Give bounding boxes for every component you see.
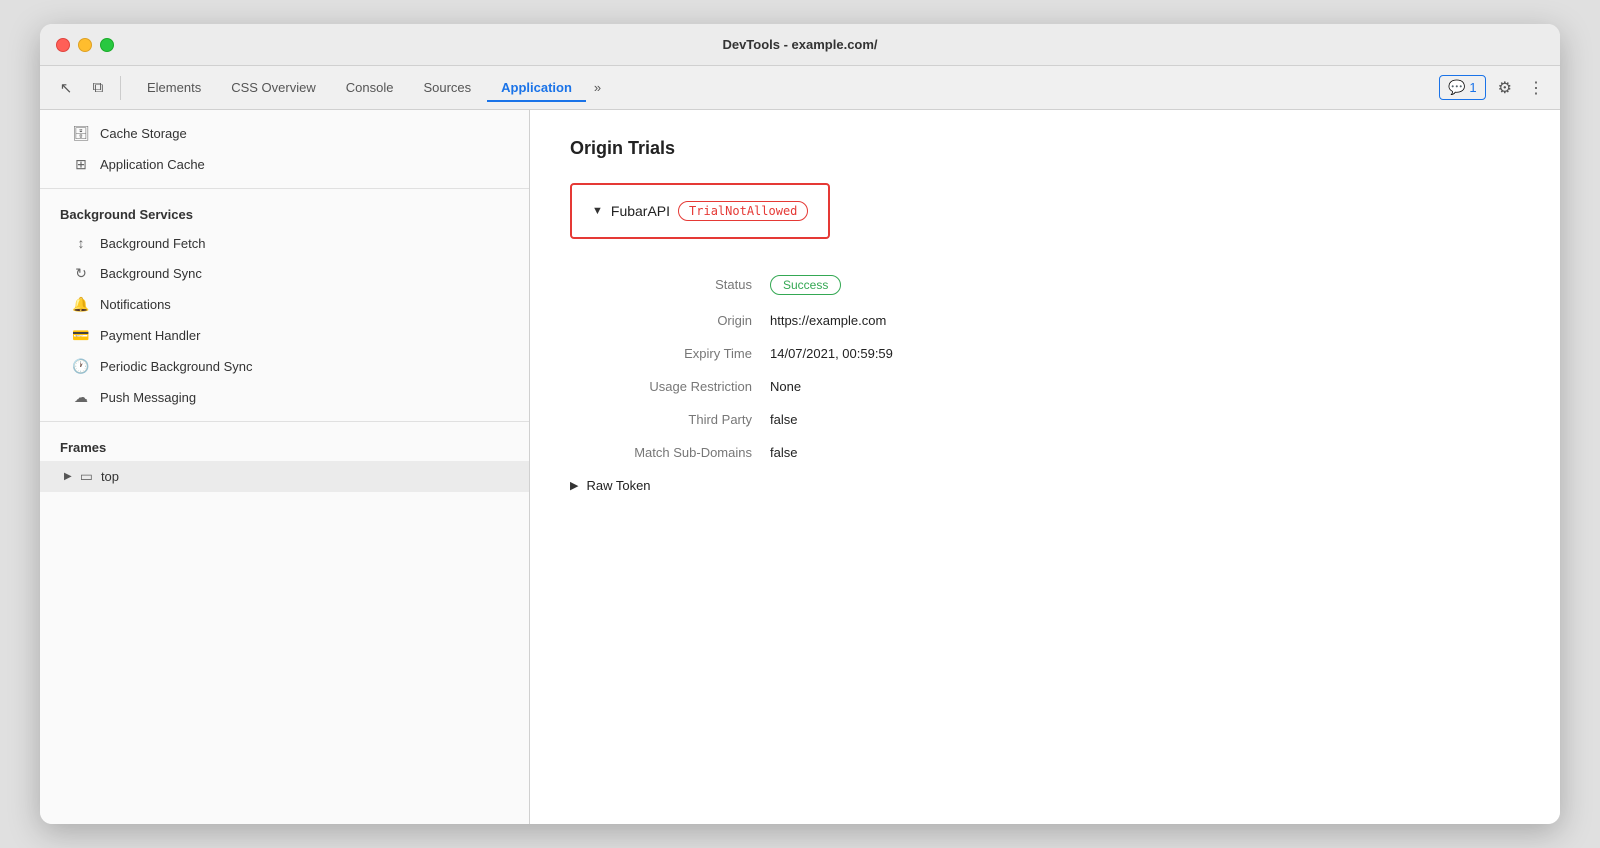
sidebar-item-label: Notifications [100,297,171,312]
match-subdomains-value: false [770,445,797,460]
background-services-header: Background Services [40,197,529,228]
tab-application[interactable]: Application [487,74,586,101]
sidebar-item-label: Application Cache [100,157,205,172]
sidebar-divider-1 [40,188,529,189]
device-icon: ⧉ [93,79,104,96]
sidebar-item-label: Background Fetch [100,236,206,251]
details-row-status: Status Success [570,275,1520,295]
cache-storage-icon: 🗄 [72,125,90,142]
tab-console[interactable]: Console [332,74,408,101]
origin-label: Origin [570,313,770,328]
trial-not-allowed-badge: TrialNotAllowed [678,201,808,221]
details-row-usage-restriction: Usage Restriction None [570,379,1520,394]
status-success-badge: Success [770,275,841,295]
origin-value: https://example.com [770,313,886,328]
details-row-origin: Origin https://example.com [570,313,1520,328]
tab-sources[interactable]: Sources [409,74,485,101]
third-party-value: false [770,412,797,427]
frames-page-icon: ▭ [80,468,93,485]
devtools-window: DevTools - example.com/ ↖ ⧉ Elements CSS… [40,24,1560,824]
cursor-icon: ↖ [60,79,73,97]
maximize-button[interactable] [100,38,114,52]
raw-token-row[interactable]: ▶ Raw Token [570,478,1520,493]
usage-restriction-label: Usage Restriction [570,379,770,394]
background-fetch-icon: ↕ [72,235,90,251]
window-title: DevTools - example.com/ [722,37,877,52]
details-row-expiry: Expiry Time 14/07/2021, 00:59:59 [570,346,1520,361]
third-party-label: Third Party [570,412,770,427]
trial-header: ▼ FubarAPI TrialNotAllowed [592,201,808,221]
sidebar-divider-2 [40,421,529,422]
push-messaging-icon: ☁ [72,389,90,406]
sidebar-item-cache-storage[interactable]: 🗄 Cache Storage [40,118,529,149]
settings-icon[interactable]: ⚙ [1494,74,1516,102]
toolbar-right: 💬 1 ⚙ ⋮ [1439,74,1548,102]
expiry-value: 14/07/2021, 00:59:59 [770,346,893,361]
raw-token-label: Raw Token [586,478,650,493]
match-subdomains-label: Match Sub-Domains [570,445,770,460]
sidebar-item-label: Periodic Background Sync [100,359,252,374]
chat-icon: 💬 [1448,79,1465,96]
frames-top-label: top [101,469,119,484]
usage-restriction-value: None [770,379,801,394]
minimize-button[interactable] [78,38,92,52]
periodic-sync-icon: 🕐 [72,358,90,375]
trial-name: FubarAPI [611,203,670,219]
frames-header: Frames [40,430,529,461]
sidebar-item-frames-top[interactable]: ▶ ▭ top [40,461,529,492]
toolbar: ↖ ⧉ Elements CSS Overview Console Source… [40,66,1560,110]
application-cache-icon: ⊞ [72,156,90,173]
sidebar-item-background-fetch[interactable]: ↕ Background Fetch [40,228,529,258]
sidebar-item-label: Background Sync [100,266,202,281]
tab-elements[interactable]: Elements [133,74,215,101]
details-table: Status Success Origin https://example.co… [570,275,1520,493]
tab-css-overview[interactable]: CSS Overview [217,74,330,101]
sidebar-item-notifications[interactable]: 🔔 Notifications [40,289,529,320]
close-button[interactable] [56,38,70,52]
expiry-label: Expiry Time [570,346,770,361]
payment-handler-icon: 💳 [72,327,90,344]
chat-count: 1 [1469,80,1476,95]
sidebar-item-push-messaging[interactable]: ☁ Push Messaging [40,382,529,413]
toolbar-tabs: Elements CSS Overview Console Sources Ap… [133,74,607,101]
main-content: 🗄 Cache Storage ⊞ Application Cache Back… [40,110,1560,824]
trial-chevron-icon[interactable]: ▼ [592,205,603,217]
sidebar-item-payment-handler[interactable]: 💳 Payment Handler [40,320,529,351]
notifications-icon: 🔔 [72,296,90,313]
sidebar-item-label: Payment Handler [100,328,200,343]
origin-trial-block: ▼ FubarAPI TrialNotAllowed [570,183,830,239]
page-title: Origin Trials [570,138,1520,159]
cursor-tool-button[interactable]: ↖ [52,74,80,102]
sidebar: 🗄 Cache Storage ⊞ Application Cache Back… [40,110,530,824]
details-row-third-party: Third Party false [570,412,1520,427]
sidebar-item-periodic-background-sync[interactable]: 🕐 Periodic Background Sync [40,351,529,382]
content-panel: Origin Trials ▼ FubarAPI TrialNotAllowed… [530,110,1560,824]
raw-token-chevron-icon: ▶ [570,479,578,492]
toolbar-divider [120,76,121,100]
sidebar-item-label: Cache Storage [100,126,187,141]
sidebar-item-application-cache[interactable]: ⊞ Application Cache [40,149,529,180]
chat-badge-button[interactable]: 💬 1 [1439,75,1486,100]
details-row-match-subdomains: Match Sub-Domains false [570,445,1520,460]
background-sync-icon: ↻ [72,265,90,282]
device-toggle-button[interactable]: ⧉ [84,74,112,102]
titlebar: DevTools - example.com/ [40,24,1560,66]
traffic-lights [56,38,114,52]
status-label: Status [570,277,770,292]
frames-arrow-icon: ▶ [64,471,72,482]
sidebar-item-background-sync[interactable]: ↻ Background Sync [40,258,529,289]
more-tabs-button[interactable]: » [588,76,607,99]
more-options-icon[interactable]: ⋮ [1524,74,1548,102]
sidebar-item-label: Push Messaging [100,390,196,405]
